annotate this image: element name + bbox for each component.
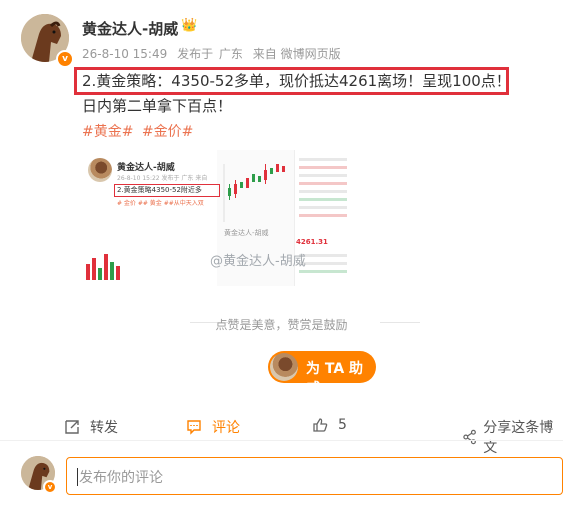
post-time[interactable]: 26-8-10 15:49 <box>82 47 167 61</box>
post-location: 广东 <box>218 47 243 61</box>
share-label: 分享这条博文 <box>483 420 554 456</box>
candlestick-chart <box>220 154 294 228</box>
repost-button[interactable]: 转发 <box>64 417 118 437</box>
crown-icon: 👑 <box>181 18 198 33</box>
repost-label: 转发 <box>90 420 118 436</box>
comment-icon <box>187 420 201 435</box>
author-name[interactable]: 黄金达人-胡威 <box>82 18 178 39</box>
post-tags: #黄金# #金价# <box>82 121 197 141</box>
tag-gold[interactable]: #黄金# <box>82 124 133 140</box>
verified-badge: v <box>56 50 74 68</box>
reward-button[interactable]: 为 TA 助威 <box>268 351 376 397</box>
share-icon <box>463 429 476 445</box>
post-source: 来自 微博网页版 <box>252 47 341 61</box>
comment-input[interactable]: 发布你的评论 <box>66 457 563 495</box>
image-post-screenshot: 黄金达人-胡威 26-8-10 15:22 发布于 广东 来自 2.黄金策略43… <box>82 150 220 286</box>
share-button[interactable]: 分享这条博文 <box>462 417 563 457</box>
action-divider <box>0 440 563 441</box>
repost-icon <box>65 420 79 434</box>
text-caret <box>77 468 78 486</box>
mini-author: 黄金达人-胡威 <box>117 163 175 173</box>
comment-placeholder: 发布你的评论 <box>79 470 163 486</box>
divider-right <box>380 322 420 323</box>
post-text-line-2: 日内第二单拿下百点！ <box>82 97 233 115</box>
post-text-line-1: 2.黄金策略：4350-52多单，现价抵达4261离场！呈现100点！ <box>82 72 511 90</box>
mini-bar-chart <box>84 250 128 284</box>
like-prompt: 点赞是美意，赞赏是鼓励 <box>215 318 348 332</box>
posted-from-label: 发布于 <box>177 47 214 61</box>
mini-text: 2.黄金策略4350-52附近多 <box>117 186 202 194</box>
reward-avatar <box>270 353 298 381</box>
post-image[interactable]: 黄金达人-胡威 26-8-10 15:22 发布于 广东 来自 2.黄金策略43… <box>82 150 350 286</box>
like-button[interactable]: 5 <box>312 417 347 433</box>
post-meta: 26-8-10 15:49 发布于 广东 来自 微博网页版 <box>82 45 347 62</box>
image-watermark: @黄金达人-胡威 <box>210 254 306 269</box>
mini-tail: 黄金达人-胡威 <box>224 229 269 237</box>
mini-meta: 26-8-10 15:22 发布于 广东 来自 <box>117 175 208 182</box>
mini-tags: # 金价 ## 黄金 ##从中天入双 <box>117 200 204 207</box>
comment-label: 评论 <box>212 420 240 436</box>
mini-avatar <box>88 158 112 182</box>
image-price: 4261.31 <box>296 238 328 246</box>
comment-button[interactable]: 评论 <box>186 417 240 437</box>
tag-gold-price[interactable]: #金价# <box>142 124 193 140</box>
reward-button-label: 为 TA 助威 <box>306 361 364 397</box>
current-user-verified-badge: v <box>43 480 57 494</box>
like-count: 5 <box>338 417 347 433</box>
thumbs-up-icon <box>313 418 328 432</box>
